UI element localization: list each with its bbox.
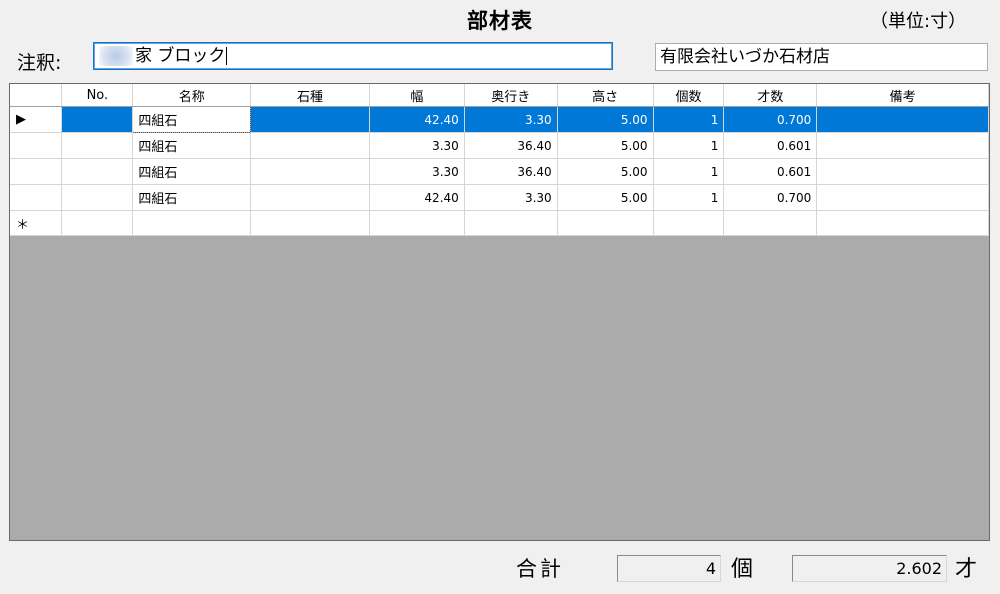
cell-height[interactable]: 5.00	[557, 184, 654, 211]
cell-height[interactable]: 5.00	[557, 158, 654, 185]
cell-size[interactable]: 0.700	[723, 184, 818, 211]
cell-size[interactable]: 0.601	[723, 158, 818, 185]
cell-count[interactable]: 1	[653, 184, 725, 211]
cell-height[interactable]: 5.00	[557, 132, 654, 159]
row-selector-icon[interactable]: ▶	[10, 106, 63, 133]
cell-no[interactable]	[61, 158, 134, 185]
parts-table: No. 名称 石種 幅 奥行き 高さ 個数 才数 備考 ▶ 四組石 42.40 …	[10, 84, 989, 236]
column-header-stone[interactable]: 石種	[250, 84, 370, 107]
row-selector[interactable]	[10, 158, 63, 185]
cell-size[interactable]: 0.700	[723, 106, 818, 133]
cell-depth[interactable]: 3.30	[464, 184, 558, 211]
cell-name[interactable]: 四組石	[132, 106, 252, 133]
column-header-count[interactable]: 個数	[653, 84, 725, 107]
count-unit-label: 個	[731, 557, 754, 582]
cell-name[interactable]: 四組石	[132, 132, 252, 159]
unit-label: （単位:寸）	[870, 11, 967, 32]
cell-width[interactable]: 42.40	[369, 184, 465, 211]
note-input-value: 家 ブロック	[135, 46, 226, 66]
cell-no[interactable]	[61, 210, 134, 236]
page-title: 部材表	[467, 9, 533, 33]
note-input[interactable]: 家 ブロック	[93, 42, 613, 70]
cell-count[interactable]: 1	[653, 106, 725, 133]
table-row[interactable]: 四組石 3.30 36.40 5.00 1 0.601	[10, 158, 989, 185]
text-caret	[226, 47, 228, 65]
row-selector[interactable]	[10, 132, 63, 159]
column-header-height[interactable]: 高さ	[557, 84, 654, 107]
cell-width[interactable]: 3.30	[369, 132, 465, 159]
cell-size[interactable]: 0.601	[723, 132, 818, 159]
cell-note[interactable]	[816, 132, 989, 159]
cell-depth[interactable]	[464, 210, 558, 236]
cell-stone[interactable]	[250, 210, 370, 236]
total-size-field: 2.602	[792, 555, 947, 582]
cell-width[interactable]: 42.40	[369, 106, 465, 133]
cell-count[interactable]: 1	[653, 132, 725, 159]
cell-stone[interactable]	[250, 132, 370, 159]
parts-grid[interactable]: No. 名称 石種 幅 奥行き 高さ 個数 才数 備考 ▶ 四組石 42.40 …	[9, 83, 990, 541]
new-row-asterisk-icon[interactable]: ＊	[10, 210, 63, 236]
column-header-note[interactable]: 備考	[816, 84, 989, 107]
column-header-name[interactable]: 名称	[132, 84, 252, 107]
cell-stone[interactable]	[250, 184, 370, 211]
cell-stone[interactable]	[250, 106, 370, 133]
cell-height[interactable]	[557, 210, 654, 236]
table-row[interactable]: ▶ 四組石 42.40 3.30 5.00 1 0.700	[10, 106, 989, 133]
cell-depth[interactable]: 36.40	[464, 132, 558, 159]
total-label: 合計	[516, 557, 564, 581]
company-field[interactable]: 有限会社いづか石材店	[655, 43, 988, 71]
cell-note[interactable]	[816, 158, 989, 185]
cell-no[interactable]	[61, 184, 134, 211]
row-selector[interactable]	[10, 184, 63, 211]
cell-name[interactable]	[132, 210, 252, 236]
new-row[interactable]: ＊	[10, 210, 989, 236]
cell-note[interactable]	[816, 184, 989, 211]
cell-depth[interactable]: 3.30	[464, 106, 558, 133]
table-row[interactable]: 四組石 3.30 36.40 5.00 1 0.601	[10, 132, 989, 159]
table-row[interactable]: 四組石 42.40 3.30 5.00 1 0.700	[10, 184, 989, 211]
cell-note[interactable]	[816, 210, 989, 236]
size-unit-label: 才	[955, 557, 978, 582]
column-header-width[interactable]: 幅	[369, 84, 465, 107]
redacted-text	[99, 46, 133, 66]
cell-name[interactable]: 四組石	[132, 184, 252, 211]
cell-name[interactable]: 四組石	[132, 158, 252, 185]
cell-size[interactable]	[723, 210, 818, 236]
total-count-field: 4	[617, 555, 721, 582]
cell-note[interactable]	[816, 106, 989, 133]
column-header-size[interactable]: 才数	[723, 84, 818, 107]
cell-no[interactable]	[61, 132, 134, 159]
cell-width[interactable]	[369, 210, 465, 236]
cell-stone[interactable]	[250, 158, 370, 185]
cell-height[interactable]: 5.00	[557, 106, 654, 133]
cell-width[interactable]: 3.30	[369, 158, 465, 185]
note-label: 注釈:	[17, 52, 62, 74]
cell-no[interactable]	[61, 106, 134, 133]
cell-depth[interactable]: 36.40	[464, 158, 558, 185]
header-row: No. 名称 石種 幅 奥行き 高さ 個数 才数 備考	[10, 84, 989, 107]
cell-count[interactable]: 1	[653, 158, 725, 185]
column-header-depth[interactable]: 奥行き	[464, 84, 558, 107]
column-header-no[interactable]: No.	[61, 84, 134, 107]
cell-count[interactable]	[653, 210, 725, 236]
row-header-corner[interactable]	[10, 84, 63, 107]
